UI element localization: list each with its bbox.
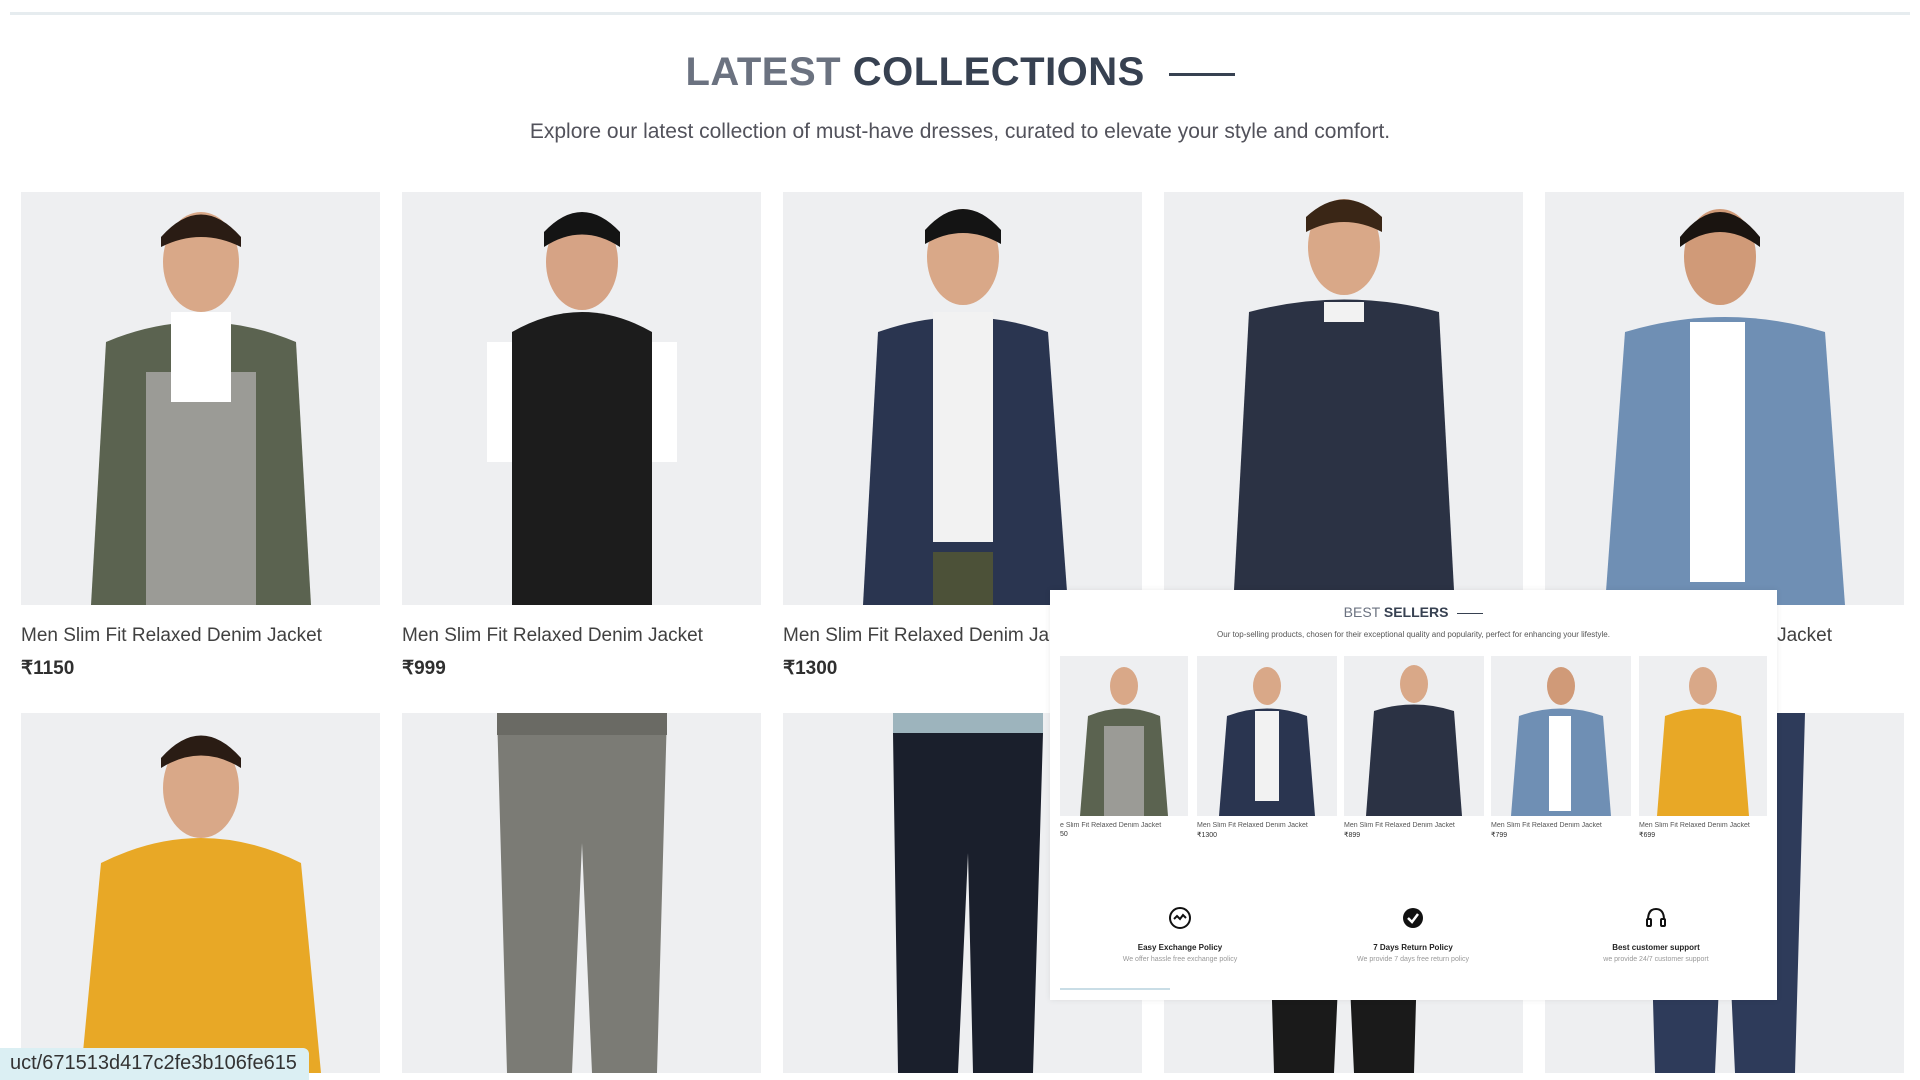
product-name[interactable]: Men Slim Fit Relaxed Denim Jacket xyxy=(21,625,322,647)
product-price: ₹1150 xyxy=(21,658,75,679)
section-title: LATEST COLLECTIONS xyxy=(0,50,1920,95)
best-seller-price: ₹1300 xyxy=(1197,832,1218,839)
best-seller-price: ₹699 xyxy=(1639,832,1656,839)
best-seller-image[interactable] xyxy=(1197,656,1337,816)
product-photo-denim-jacket xyxy=(863,209,1068,605)
best-sellers-underline xyxy=(1457,612,1484,614)
best-sellers-title-light: BEST xyxy=(1343,604,1380,620)
exchange-icon xyxy=(1169,907,1191,929)
policy-support: Best customer support we provide 24/7 cu… xyxy=(1546,906,1766,963)
best-seller-image[interactable] xyxy=(1491,656,1631,816)
best-seller-card[interactable]: Men Slim Fit Relaxed Denim Jacket ₹699 xyxy=(1639,656,1767,839)
best-seller-image[interactable] xyxy=(1639,656,1767,816)
best-seller-name[interactable]: e Slim Fit Relaxed Denim Jacket xyxy=(1060,822,1188,829)
product-image[interactable] xyxy=(402,192,761,605)
product-photo-light-denim-jacket xyxy=(1605,209,1845,605)
best-sellers-subtitle: Our top-selling products, chosen for the… xyxy=(1217,630,1610,639)
product-name[interactable]: Men Slim Fit Relaxed Denim Jacket xyxy=(783,625,1084,647)
policy-return: 7 Days Return Policy We provide 7 days f… xyxy=(1303,906,1523,963)
product-photo-cargo-pants xyxy=(497,713,667,1073)
best-seller-card[interactable]: Men Slim Fit Relaxed Denim Jacket ₹899 xyxy=(1344,656,1484,839)
product-image[interactable] xyxy=(21,192,380,605)
product-photo-dark-jacket xyxy=(1234,199,1454,590)
policy-title: Easy Exchange Policy xyxy=(1137,943,1223,952)
product-image[interactable] xyxy=(1545,192,1904,605)
product-name[interactable]: Men Slim Fit Relaxed Denim Jacket xyxy=(402,625,703,647)
best-seller-card[interactable]: Men Slim Fit Relaxed Denim Jacket ₹799 xyxy=(1491,656,1631,839)
best-seller-photo xyxy=(1080,667,1168,816)
best-seller-photo xyxy=(1657,667,1749,816)
policy-description: We offer hassle free exchange policy xyxy=(1122,956,1238,963)
policy-exchange: Easy Exchange Policy We offer hassle fre… xyxy=(1070,906,1290,963)
best-seller-name[interactable]: Men Slim Fit Relaxed Denim Jacket xyxy=(1491,822,1631,829)
section-subtitle: Explore our latest collection of must-ha… xyxy=(529,120,1391,143)
status-url-tooltip: uct/671513d417c2fe3b106fe615 xyxy=(0,1048,309,1080)
headset-icon xyxy=(1646,907,1666,927)
top-divider xyxy=(10,12,1910,15)
best-seller-photo xyxy=(1366,665,1462,816)
product-photo-jacket xyxy=(91,212,311,605)
best-seller-photo xyxy=(1219,667,1315,816)
best-seller-name[interactable]: Men Slim Fit Relaxed Denim Jacket xyxy=(1639,822,1767,829)
product-price: ₹1300 xyxy=(783,658,838,679)
best-seller-price: 50 xyxy=(1060,831,1068,838)
section-title-light: LATEST xyxy=(685,50,842,94)
best-seller-name[interactable]: Men Slim Fit Relaxed Denim Jacket xyxy=(1344,822,1484,829)
section-title-bold: COLLECTIONS xyxy=(852,50,1145,94)
policy-title: 7 Days Return Policy xyxy=(1373,943,1453,952)
product-image[interactable] xyxy=(402,713,761,1073)
panel-scrollbar[interactable] xyxy=(1060,988,1170,990)
best-seller-name[interactable]: Men Slim Fit Relaxed Denim Jacket xyxy=(1197,822,1337,829)
policy-title: Best customer support xyxy=(1612,943,1700,952)
policy-description: we provide 24/7 customer support xyxy=(1603,956,1709,963)
best-seller-photo xyxy=(1511,667,1611,816)
policy-description: We provide 7 days free return policy xyxy=(1357,956,1469,963)
best-sellers-title: BEST SELLERS xyxy=(1050,604,1777,620)
best-seller-card[interactable]: Men Slim Fit Relaxed Denim Jacket ₹1300 xyxy=(1197,656,1337,839)
check-badge-icon xyxy=(1403,908,1423,928)
product-image[interactable] xyxy=(783,192,1142,605)
best-seller-card[interactable]: e Slim Fit Relaxed Denim Jacket 50 xyxy=(1060,656,1188,838)
best-sellers-title-bold: SELLERS xyxy=(1383,604,1449,620)
product-photo-yellow-jacket xyxy=(81,735,321,1073)
product-image[interactable] xyxy=(21,713,380,1073)
best-seller-image[interactable] xyxy=(1060,656,1188,816)
title-underline xyxy=(1168,72,1235,76)
best-seller-price: ₹899 xyxy=(1344,832,1361,839)
product-photo-vest xyxy=(487,212,677,605)
best-sellers-panel: BEST SELLERS Our top-selling products, c… xyxy=(1050,590,1777,1000)
best-seller-price: ₹799 xyxy=(1491,832,1508,839)
product-image[interactable] xyxy=(1164,192,1523,590)
best-seller-image[interactable] xyxy=(1344,656,1484,816)
product-price: ₹999 xyxy=(402,658,446,679)
